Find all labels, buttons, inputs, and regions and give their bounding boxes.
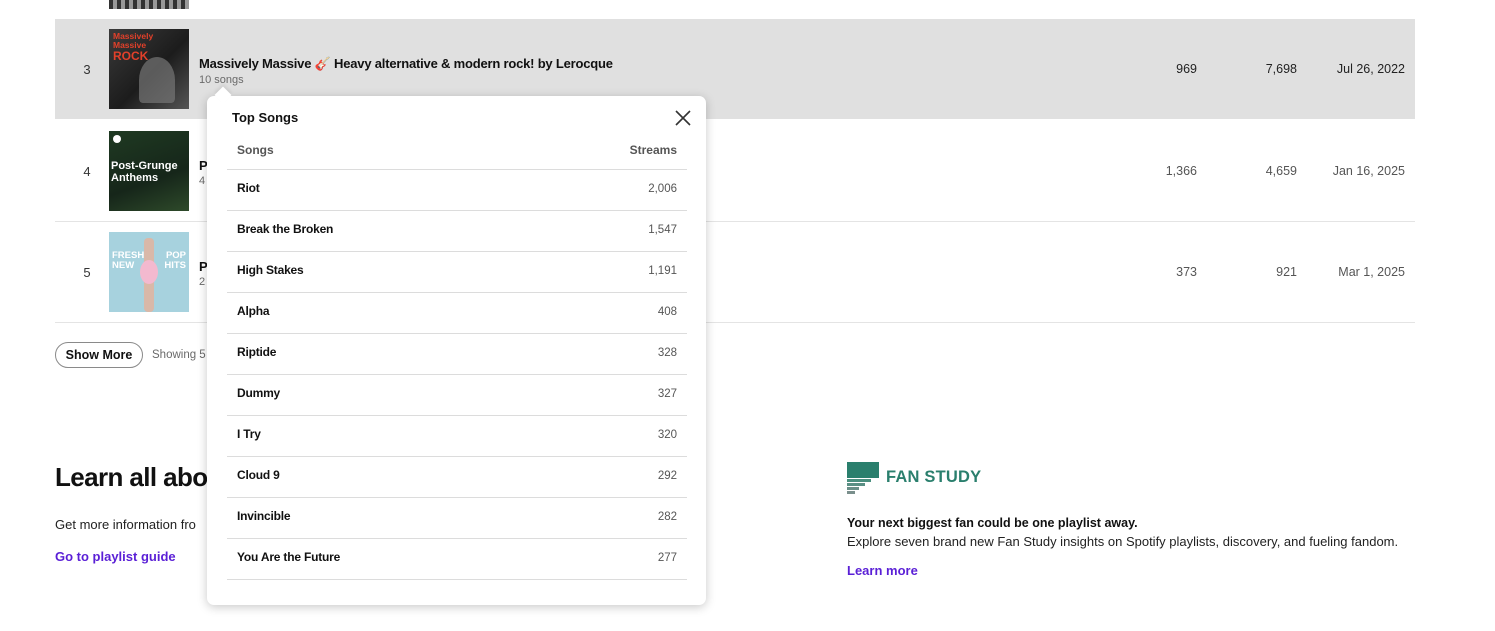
song-row[interactable]: Invincible 282 [227,498,687,539]
fan-study-headline: Your next biggest fan could be one playl… [847,516,1138,530]
listeners-value: 969 [1176,62,1197,76]
popover-title: Top Songs [232,110,299,125]
date-added: Jan 16, 2025 [1332,164,1405,178]
song-streams: 408 [657,306,677,318]
date-added: Jul 26, 2022 [1336,62,1405,76]
show-more-button[interactable]: Show More [55,342,143,368]
song-row[interactable]: I Try 320 [227,416,687,457]
song-streams: 1,191 [648,265,677,277]
song-name: Cloud 9 [237,468,280,482]
top-songs-popover: Top Songs Songs Streams Riot 2,006 Break … [207,86,706,605]
fan-study-logo-text: FAN STUDY [886,468,982,486]
song-streams: 1,547 [648,224,677,236]
song-streams: 320 [657,429,677,441]
row-rank: 3 [83,61,91,77]
cover-text: Post-Grunge Anthems [111,160,178,184]
cover-text: Massively Massive ROCK [113,31,154,63]
playlist-cover[interactable]: FRESH NEW POP HITS [109,232,189,312]
row-rank: 5 [83,264,91,280]
song-streams: 2,006 [648,183,677,195]
playlist-cover-partial[interactable] [109,0,189,9]
song-name: Invincible [237,509,291,523]
listeners-value: 1,366 [1165,164,1197,178]
song-row[interactable]: Dummy 327 [227,375,687,416]
date-added: Mar 1, 2025 [1338,265,1405,279]
songs-list: Riot 2,006 Break the Broken 1,547 High Sta… [227,170,687,580]
learn-heading: Learn all abou [55,462,223,492]
song-streams: 277 [657,552,677,564]
learn-description: Get more information fro [55,517,196,532]
cover-text: POP HITS [164,250,186,271]
showing-count: Showing 5 [152,349,206,361]
playlist-title-block: Massively Massive 🎸 Heavy alternative & … [199,56,613,86]
song-row[interactable]: Riot 2,006 [227,170,687,211]
song-name: High Stakes [237,263,304,277]
column-songs: Songs [237,143,274,157]
song-name: Break the Broken [237,222,334,236]
song-streams: 292 [657,470,677,482]
song-row[interactable]: High Stakes 1,191 [227,252,687,293]
playlist-guide-link[interactable]: Go to playlist guide [55,549,176,564]
close-icon[interactable] [673,108,693,128]
fan-study-description: Explore seven brand new Fan Study insigh… [847,534,1399,549]
song-name: Riot [237,181,260,195]
song-row[interactable]: You Are the Future 277 [227,539,687,580]
playlist-cover[interactable]: Massively Massive ROCK [109,29,189,109]
cover-figure [140,260,158,284]
playlist-title[interactable]: Massively Massive 🎸 Heavy alternative & … [199,56,613,72]
spotify-badge-icon [113,135,121,143]
song-streams: 328 [657,347,677,359]
song-streams: 282 [657,511,677,523]
streams-value: 7,698 [1265,62,1297,76]
listeners-value: 373 [1176,265,1197,279]
songs-table-header: Songs Streams [227,140,687,170]
playlist-cover[interactable]: Post-Grunge Anthems [109,131,189,211]
row-rank: 4 [83,163,91,179]
song-row[interactable]: Break the Broken 1,547 [227,211,687,252]
song-streams: 327 [657,388,677,400]
learn-more-link[interactable]: Learn more [847,563,918,578]
song-name: Dummy [237,386,281,400]
playlist-song-count: 10 songs [199,74,244,86]
song-row[interactable]: Cloud 9 292 [227,457,687,498]
streams-value: 921 [1276,265,1297,279]
song-name: You Are the Future [237,550,341,564]
song-row[interactable]: Alpha 408 [227,293,687,334]
streams-value: 4,659 [1265,164,1297,178]
cover-figure [139,57,175,103]
song-name: I Try [237,427,261,441]
song-name: Riptide [237,345,277,359]
song-row[interactable]: Riptide 328 [227,334,687,375]
fan-study-logo-icon [847,462,879,494]
column-streams: Streams [629,143,677,157]
song-name: Alpha [237,304,270,318]
